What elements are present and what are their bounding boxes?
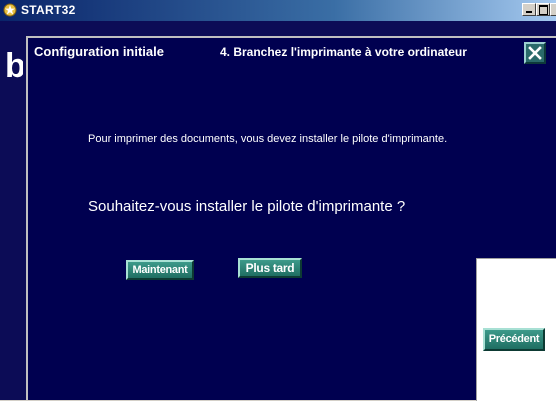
navigation-panel: Précédent (476, 258, 556, 401)
question-text: Souhaitez-vous installer le pilote d'imp… (88, 198, 406, 215)
maximize-button[interactable] (536, 3, 550, 16)
dialog-step-title: 4. Branchez l'imprimante à votre ordinat… (220, 45, 467, 59)
dialog-close-button[interactable] (524, 42, 546, 64)
previous-button[interactable]: Précédent (483, 328, 545, 351)
install-later-button[interactable]: Plus tard (238, 258, 302, 278)
dialog-body: Pour imprimer des documents, vous devez … (30, 68, 556, 401)
install-now-button[interactable]: Maintenant (126, 260, 194, 280)
dialog-header: Configuration initiale 4. Branchez l'imp… (28, 38, 556, 66)
minimize-button[interactable] (522, 3, 536, 16)
close-icon (528, 46, 542, 60)
setup-dialog: Configuration initiale 4. Branchez l'imp… (26, 36, 556, 401)
intro-text: Pour imprimer des documents, vous devez … (88, 133, 448, 145)
window-titlebar[interactable]: START32 (0, 0, 556, 21)
dialog-title: Configuration initiale (34, 44, 164, 59)
window-close-button[interactable] (550, 3, 556, 16)
window-title: START32 (21, 3, 76, 17)
background-logo-letter: b (5, 47, 23, 85)
app-star-icon (3, 3, 17, 17)
